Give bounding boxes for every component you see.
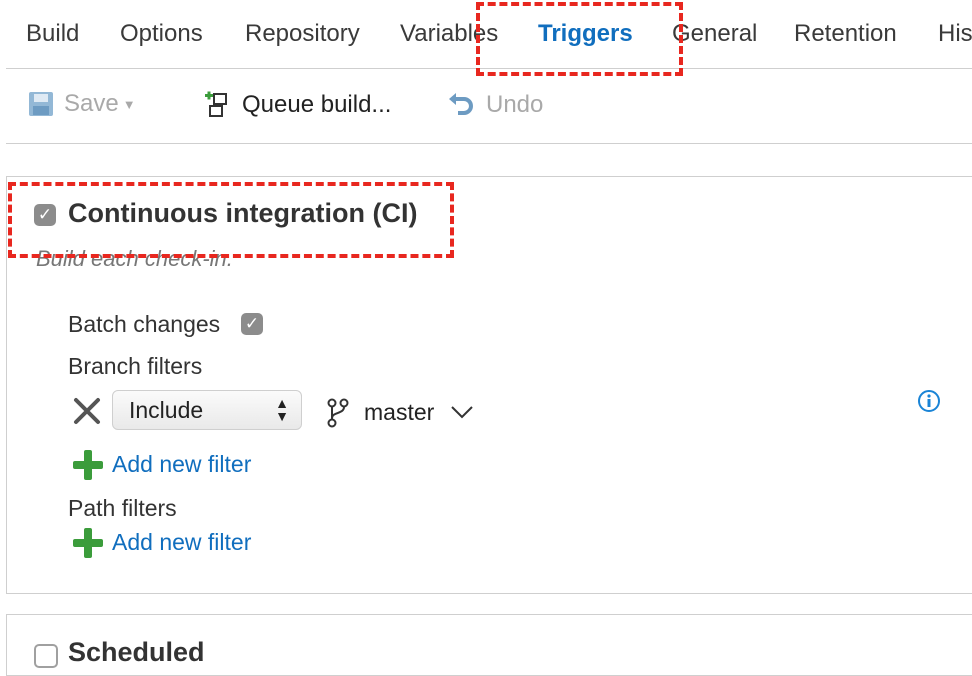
- tab-general[interactable]: General: [672, 20, 757, 48]
- save-label: Save: [64, 90, 119, 117]
- triggers-highlight-box: [476, 2, 683, 76]
- branch-name[interactable]: master: [364, 399, 434, 426]
- toolbar-divider: [6, 143, 972, 144]
- tab-retention[interactable]: Retention: [794, 20, 897, 48]
- queue-build-icon: [205, 91, 227, 117]
- path-filters-label: Path filters: [68, 495, 177, 521]
- queue-build-label: Queue build...: [242, 91, 392, 118]
- undo-label: Undo: [486, 91, 544, 118]
- filter-type-select[interactable]: Include ▲ ▼: [112, 390, 302, 430]
- add-path-filter-link[interactable]: Add new filter: [112, 529, 251, 556]
- ci-highlight-box: [8, 182, 454, 258]
- branch-icon: [327, 398, 349, 428]
- add-icon: [73, 528, 103, 558]
- add-icon: [73, 450, 103, 480]
- filter-type-value: Include: [129, 397, 204, 423]
- remove-filter-icon[interactable]: [72, 396, 102, 426]
- select-arrows-icon: ▲ ▼: [275, 395, 289, 424]
- batch-changes-checkbox[interactable]: ✓: [241, 313, 263, 335]
- save-button[interactable]: Save ▼: [28, 90, 136, 118]
- tab-build[interactable]: Build: [26, 20, 79, 48]
- scheduled-checkbox[interactable]: [34, 644, 58, 668]
- tab-history[interactable]: His: [938, 20, 972, 48]
- add-branch-filter-link[interactable]: Add new filter: [112, 451, 251, 478]
- queue-build-button[interactable]: Queue build...: [202, 90, 391, 120]
- chevron-down-icon[interactable]: ▼: [123, 97, 136, 112]
- info-icon[interactable]: [917, 389, 941, 413]
- scheduled-title: Scheduled: [68, 637, 205, 667]
- branch-filters-label: Branch filters: [68, 353, 203, 379]
- batch-changes-label: Batch changes: [68, 311, 221, 337]
- undo-icon: [449, 93, 473, 115]
- undo-button[interactable]: Undo: [446, 90, 543, 120]
- tab-repository[interactable]: Repository: [245, 20, 360, 48]
- save-icon: [29, 92, 53, 116]
- chevron-down-icon[interactable]: [450, 404, 474, 420]
- tab-options[interactable]: Options: [120, 20, 203, 48]
